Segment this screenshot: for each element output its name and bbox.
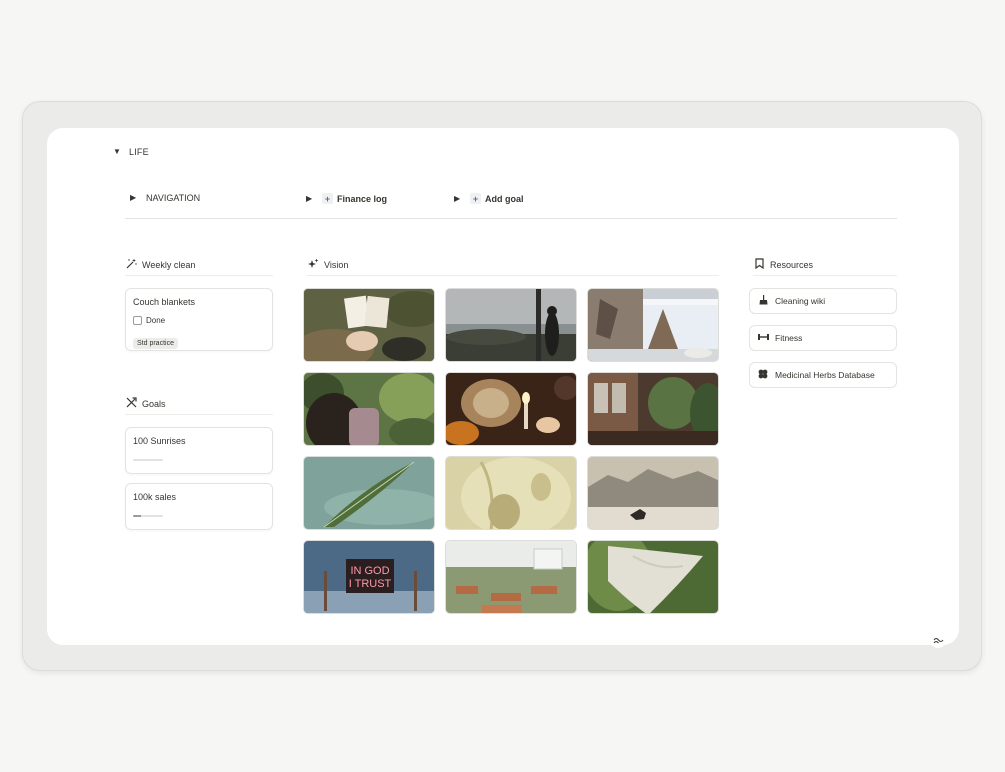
navigation-toggle[interactable]: ▶ NAVIGATION — [130, 193, 200, 203]
plus-icon[interactable]: + — [322, 193, 333, 204]
resource-medicinal-herbs[interactable]: Medicinal Herbs Database — [749, 362, 897, 388]
herb-icon — [758, 369, 768, 381]
add-goal-toggle[interactable]: ▶ + Add goal — [454, 193, 524, 204]
vision-tile-3[interactable] — [303, 372, 435, 446]
vision-tile-6[interactable] — [303, 456, 435, 530]
add-goal-label: Add goal — [485, 193, 524, 204]
goal-progress-bar — [133, 459, 163, 461]
neon-sign-text-2: I TRUST — [349, 578, 392, 590]
std-practice-tag: Std practice — [133, 338, 178, 349]
vision-tile-9[interactable]: IN GOD I TRUST — [303, 540, 435, 614]
resource-fitness[interactable]: Fitness — [749, 325, 897, 351]
vision-heading: Vision — [307, 254, 719, 276]
resource-cleaning-wiki[interactable]: Cleaning wiki — [749, 288, 897, 314]
vision-tile-4[interactable] — [445, 372, 577, 446]
goals-title: Goals — [142, 398, 166, 409]
toggle-open-icon[interactable]: ▼ — [113, 148, 125, 156]
vision-tile-2[interactable] — [587, 288, 719, 362]
weekly-card[interactable]: Couch blankets Done Std practice — [125, 288, 273, 351]
resource-label: Cleaning wiki — [775, 296, 826, 306]
bookmark-icon — [753, 257, 765, 272]
vision-tile-5[interactable] — [587, 372, 719, 446]
vision-tile-10[interactable] — [445, 540, 577, 614]
goals-heading: Goals — [125, 393, 273, 415]
finance-log-toggle[interactable]: ▶ + Finance log — [306, 193, 387, 204]
finance-log-label: Finance log — [337, 193, 388, 204]
goal-arrow-icon — [125, 396, 137, 411]
broom-icon — [758, 295, 768, 307]
done-checkbox-row[interactable]: Done — [133, 316, 165, 325]
life-toggle[interactable]: ▼ LIFE — [113, 147, 149, 157]
goal-card-title: 100k sales — [133, 492, 177, 502]
toggle-closed-icon[interactable]: ▶ — [306, 194, 318, 203]
navigation-label: NAVIGATION — [146, 193, 201, 203]
vision-title: Vision — [324, 259, 349, 270]
magic-wand-icon — [125, 258, 137, 272]
plus-icon[interactable]: + — [470, 193, 481, 204]
goal-progress-fill — [133, 515, 141, 517]
goal-progress-bar — [133, 515, 163, 517]
weekly-clean-heading: Weekly clean — [125, 254, 273, 276]
notion-page: ▼ LIFE ▶ NAVIGATION ▶ + Finance log ▶ + … — [47, 128, 959, 648]
resource-label: Medicinal Herbs Database — [775, 370, 875, 380]
toggle-closed-icon[interactable]: ▶ — [130, 194, 142, 202]
vision-tile-1[interactable] — [445, 288, 577, 362]
done-label: Done — [146, 316, 166, 325]
sparkles-icon — [307, 258, 319, 272]
goal-card-0[interactable]: 100 Sunrises — [125, 427, 273, 474]
help-icon[interactable] — [930, 632, 946, 648]
nav-row: ▶ NAVIGATION ▶ + Finance log ▶ + Add goa… — [125, 188, 897, 219]
weekly-clean-title: Weekly clean — [142, 259, 196, 270]
resources-title: Resources — [770, 259, 814, 270]
goal-card-1[interactable]: 100k sales — [125, 483, 273, 530]
goal-card-title: 100 Sunrises — [133, 436, 186, 446]
life-toggle-label: LIFE — [129, 147, 149, 157]
toggle-closed-icon[interactable]: ▶ — [454, 194, 466, 203]
vision-tile-11[interactable] — [587, 540, 719, 614]
done-checkbox[interactable] — [133, 316, 142, 325]
vision-tile-0[interactable] — [303, 288, 435, 362]
weekly-card-title: Couch blankets — [133, 297, 196, 307]
app-frame: ▼ LIFE ▶ NAVIGATION ▶ + Finance log ▶ + … — [22, 101, 982, 671]
dumbbell-icon — [758, 333, 769, 343]
vision-tile-8[interactable] — [587, 456, 719, 530]
resource-label: Fitness — [775, 333, 803, 343]
vision-tile-7[interactable] — [445, 456, 577, 530]
neon-sign-text-1: IN GOD — [350, 565, 389, 577]
resources-heading: Resources — [753, 254, 897, 276]
